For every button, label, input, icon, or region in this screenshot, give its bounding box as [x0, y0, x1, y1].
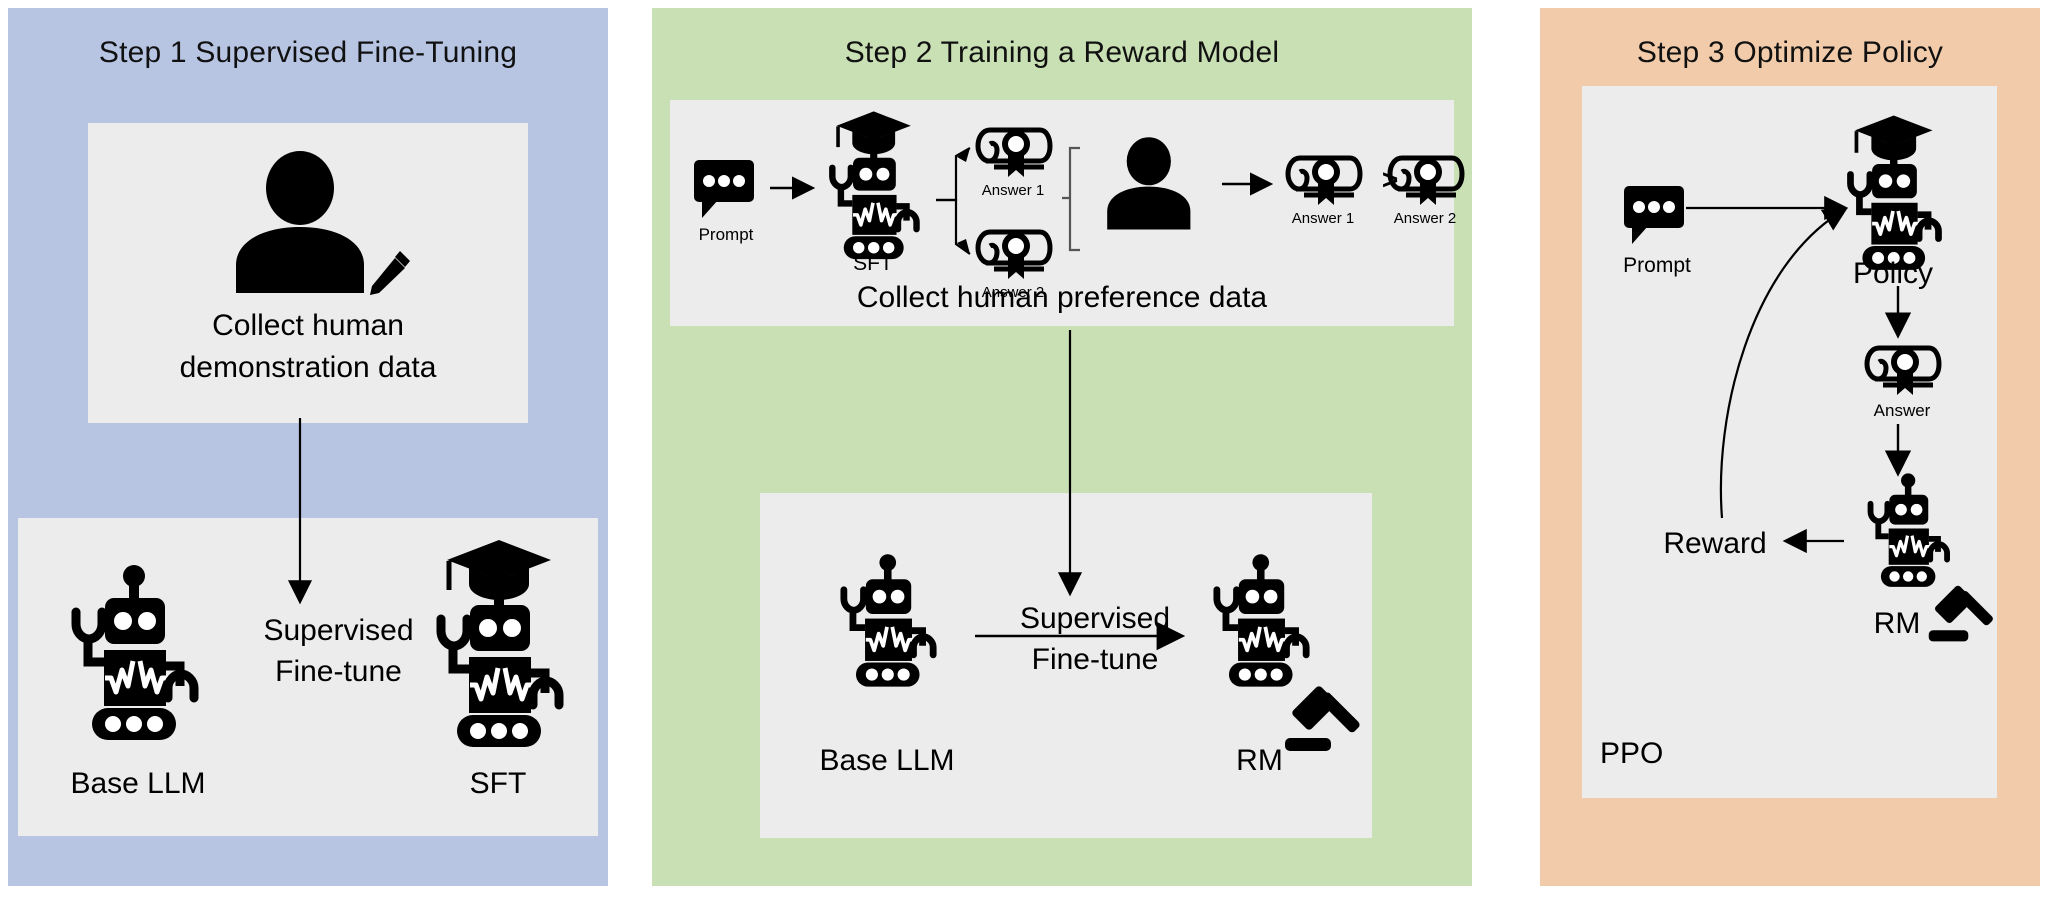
- panel-3-policy-label: Policy: [1852, 257, 1934, 290]
- panel-1-bottom-card: Base LLM Supervised Fine-tune SFT: [18, 518, 598, 836]
- panel-step-2: Step 2 Training a Reward Model Prompt SF…: [652, 8, 1472, 886]
- diagram-canvas: Step 1 Supervised Fine-Tuning Collect hu…: [0, 0, 2048, 910]
- panel-2-title: Step 2 Training a Reward Model: [844, 36, 1280, 69]
- panel-1-top-caption-line2: demonstration data: [179, 351, 437, 384]
- panel-1-title: Step 1 Supervised Fine-Tuning: [98, 36, 518, 69]
- certificate-scroll-icon: [970, 120, 1056, 180]
- panel-2-top-caption: Collect human preference data: [856, 281, 1268, 314]
- certificate-scroll-icon: [970, 222, 1056, 282]
- panel-1-top-caption-line1: Collect human: [212, 309, 404, 342]
- panel-3-title: Step 3 Optimize Policy: [1636, 36, 1944, 69]
- panel-step-3: Step 3 Optimize Policy Prompt Policy Ans…: [1540, 8, 2040, 886]
- panel-2-bottom-card: Base LLM Supervised Fine-tune RM: [760, 493, 1372, 838]
- panel-1-top-card: Collect human demonstration data: [88, 123, 528, 423]
- chat-bubble-icon: [694, 160, 758, 220]
- certificate-scroll-icon: [1280, 148, 1366, 208]
- robot-icon: [58, 565, 208, 740]
- panel-1-arrow-label-line1: Supervised: [263, 614, 414, 647]
- chat-bubble-icon: [1624, 186, 1688, 246]
- robot-graduate-icon: [1837, 114, 1949, 270]
- robot-judge-icon: [1185, 554, 1335, 695]
- robot-judge-icon: [1845, 473, 1970, 594]
- certificate-scroll-icon: [1859, 338, 1945, 398]
- robot-icon: [812, 554, 962, 695]
- robot-graduate-icon: [423, 538, 573, 747]
- panel-step-1: Step 1 Supervised Fine-Tuning Collect hu…: [8, 8, 608, 886]
- robot-graduate-icon: [818, 110, 928, 260]
- panel-2-arrow-label-line2: Fine-tune: [1031, 643, 1159, 676]
- panel-2-sft-label: SFT: [853, 252, 893, 275]
- panel-3-answer-label: Answer: [1873, 401, 1931, 420]
- panel-2-arrow-label-line1: Supervised: [1019, 602, 1171, 635]
- panel-2-prompt-label: Prompt: [698, 225, 754, 244]
- person-icon: [1102, 137, 1206, 230]
- panel-1-sft-label: SFT: [469, 767, 527, 800]
- person-icon: [228, 151, 388, 293]
- panel-3-prompt-label: Prompt: [1623, 254, 1691, 277]
- panel-3-card: Prompt Policy Answer RM Reward PPO: [1582, 86, 1997, 798]
- panel-2-ranked-answer-2-label: Answer 2: [1393, 210, 1457, 227]
- panel-1-arrow-label-line2: Fine-tune: [275, 655, 402, 688]
- panel-3-ppo-label: PPO: [1600, 737, 1664, 770]
- panel-2-ranked-answer-1-label: Answer 1: [1291, 210, 1355, 227]
- certificate-scroll-icon: [1382, 148, 1468, 208]
- panel-3-rm-label: RM: [1873, 607, 1921, 640]
- pencil-icon: [365, 248, 413, 298]
- panel-3-reward-label: Reward: [1663, 527, 1767, 560]
- panel-2-rm-label: RM: [1236, 744, 1283, 777]
- panel-2-base-llm-label: Base LLM: [819, 744, 955, 777]
- panel-1-base-llm-label: Base LLM: [70, 767, 206, 800]
- panel-2-answer-1-label: Answer 1: [981, 182, 1045, 199]
